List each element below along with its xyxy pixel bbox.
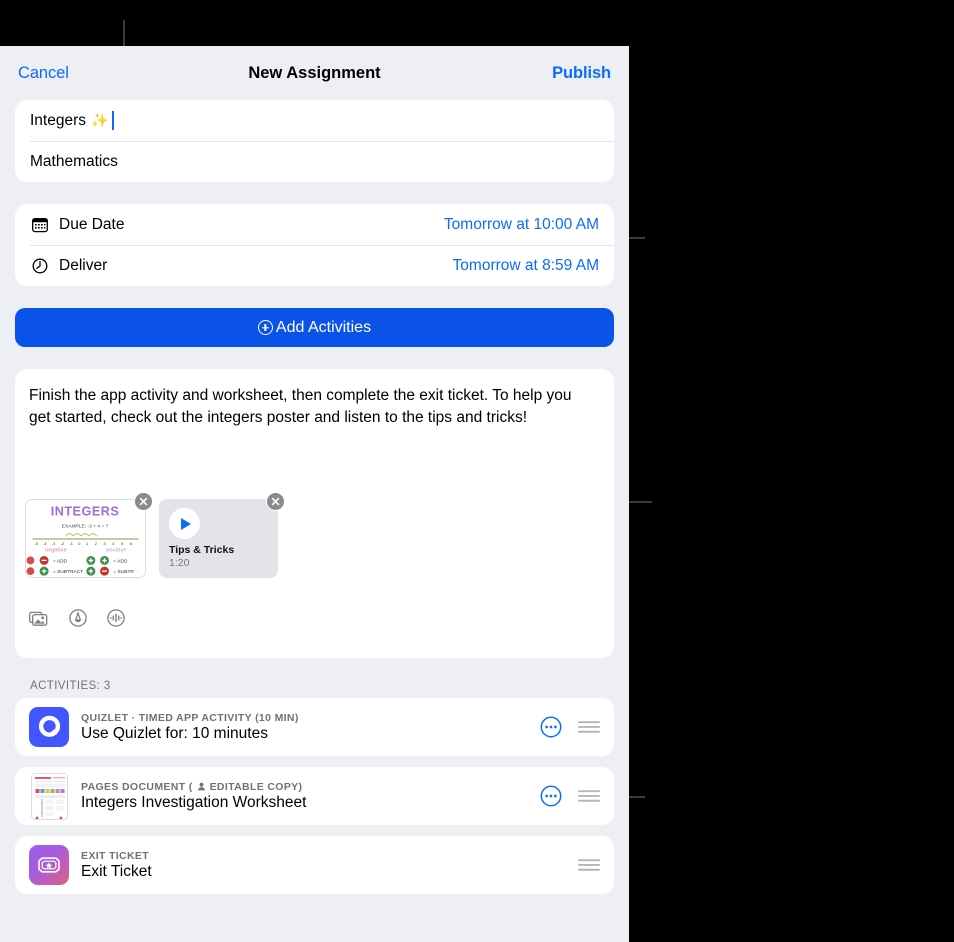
- due-date-row[interactable]: Due Date Tomorrow at 10:00 AM: [15, 204, 614, 245]
- assignment-title-field[interactable]: Integers ✨: [15, 100, 614, 141]
- instructions-text[interactable]: Finish the app activity and worksheet, t…: [29, 385, 594, 429]
- markup-pen-icon[interactable]: [69, 609, 87, 627]
- activity-actions: [540, 716, 600, 738]
- text-caret: [112, 111, 115, 130]
- due-date-label: Due Date: [59, 215, 125, 233]
- reorder-grip-icon[interactable]: [578, 789, 600, 803]
- svg-text:5: 5: [121, 541, 123, 546]
- assignment-title-value: Integers: [30, 111, 87, 129]
- activity-kicker: QUIZLET · TIMED APP ACTIVITY (10 MIN): [81, 712, 299, 724]
- assignment-info-card: Integers ✨ Mathematics: [15, 100, 614, 182]
- poster-thumbnail: INTEGERS EXAMPLE: -3 + 4 = ? -5 -4 -3 -2…: [25, 499, 146, 578]
- play-icon[interactable]: [169, 508, 200, 539]
- svg-text:= ADD: = ADD: [113, 558, 128, 564]
- schedule-card: Due Date Tomorrow at 10:00 AM Deliver To…: [15, 204, 614, 286]
- svg-text:positive: positive: [106, 548, 126, 554]
- worksheet-artwork: [31, 773, 67, 819]
- person-badge-icon: [197, 782, 206, 791]
- plus-circle-icon: [257, 320, 273, 335]
- due-date-value[interactable]: Tomorrow at 10:00 AM: [444, 216, 599, 234]
- poster-artwork: INTEGERS EXAMPLE: -3 + 4 = ? -5 -4 -3 -2…: [26, 500, 145, 577]
- svg-text:6: 6: [130, 541, 132, 546]
- svg-text:-1: -1: [69, 541, 72, 546]
- publish-button[interactable]: Publish: [552, 64, 611, 83]
- reorder-grip-icon[interactable]: [578, 858, 600, 872]
- attachment-tips-and-tricks[interactable]: Tips & Tricks 1:20: [159, 492, 285, 578]
- svg-text:3: 3: [104, 541, 106, 546]
- svg-text:INTEGERS: INTEGERS: [51, 505, 120, 519]
- svg-text:-5: -5: [34, 541, 37, 546]
- activity-row-pages-document[interactable]: PAGES DOCUMENT ( EDITABLE COPY) Integers…: [15, 767, 614, 825]
- new-assignment-sheet: Cancel New Assignment Publish Integers ✨…: [0, 46, 629, 942]
- more-circle-icon[interactable]: [540, 785, 562, 807]
- svg-text:-2: -2: [61, 541, 64, 546]
- clock-icon: [30, 256, 50, 276]
- deliver-value[interactable]: Tomorrow at 8:59 AM: [453, 257, 599, 275]
- audio-duration: 1:20: [169, 557, 190, 569]
- assignment-subject-field[interactable]: Mathematics: [15, 141, 614, 182]
- svg-text:1: 1: [86, 541, 88, 546]
- activity-row-exit-ticket[interactable]: EXIT TICKET Exit Ticket: [15, 836, 614, 894]
- audio-attachment-card: Tips & Tricks 1:20: [159, 499, 278, 578]
- more-circle-icon[interactable]: [540, 716, 562, 738]
- photo-library-icon[interactable]: [29, 610, 49, 627]
- activity-kicker-badge: EDITABLE COPY): [209, 780, 303, 793]
- instruction-toolbar: [29, 609, 125, 627]
- callout-bracket-schedule-stem: [627, 237, 645, 239]
- quizlet-app-icon: [29, 707, 69, 747]
- activity-title: Exit Ticket: [81, 862, 152, 880]
- activity-actions: [578, 858, 600, 872]
- add-activities-button[interactable]: Add Activities: [15, 308, 614, 347]
- activity-actions: [540, 785, 600, 807]
- callout-bracket-activities-stem: [627, 796, 645, 798]
- deliver-label: Deliver: [59, 256, 108, 274]
- svg-text:= ADD: = ADD: [53, 558, 68, 564]
- deliver-row[interactable]: Deliver Tomorrow at 8:59 AM: [15, 245, 614, 286]
- svg-text:2: 2: [95, 541, 97, 546]
- sheet-navigation-bar: Cancel New Assignment Publish: [0, 46, 629, 100]
- attachment-integers-poster[interactable]: INTEGERS EXAMPLE: -3 + 4 = ? -5 -4 -3 -2…: [25, 492, 153, 578]
- exit-ticket-icon: [29, 845, 69, 885]
- assignment-subject-value: Mathematics: [30, 152, 118, 170]
- svg-text:negative: negative: [45, 548, 67, 554]
- activity-kicker-text: PAGES DOCUMENT (: [81, 780, 193, 793]
- activities-section-header: ACTIVITIES: 3: [30, 680, 111, 692]
- svg-text:= SUBTR: = SUBTR: [113, 569, 134, 575]
- audio-title: Tips & Tricks: [169, 544, 235, 556]
- calendar-icon: [30, 215, 50, 235]
- activity-kicker: EXIT TICKET: [81, 850, 152, 862]
- activity-kicker: PAGES DOCUMENT ( EDITABLE COPY): [81, 781, 306, 793]
- page-title: New Assignment: [248, 63, 381, 82]
- pages-document-thumbnail: [29, 772, 69, 820]
- activity-title: Integers Investigation Worksheet: [81, 793, 307, 811]
- instructions-card[interactable]: Finish the app activity and worksheet, t…: [15, 369, 614, 658]
- svg-text:-3: -3: [52, 541, 55, 546]
- svg-text:EXAMPLE: -3 + 4 = ?: EXAMPLE: -3 + 4 = ?: [62, 523, 109, 529]
- instruction-attachments: INTEGERS EXAMPLE: -3 + 4 = ? -5 -4 -3 -2…: [25, 492, 285, 578]
- svg-text:= SUBTRACT: = SUBTRACT: [53, 569, 83, 575]
- svg-text:0: 0: [78, 541, 80, 546]
- add-activities-label: Add Activities: [275, 318, 372, 336]
- close-icon[interactable]: [134, 492, 153, 511]
- cancel-button[interactable]: Cancel: [18, 64, 69, 83]
- activity-title: Use Quizlet for: 10 minutes: [81, 724, 268, 742]
- screenshot-root: Cancel New Assignment Publish Integers ✨…: [0, 0, 954, 942]
- audio-record-icon[interactable]: [107, 609, 125, 627]
- sparkles-emoji: ✨: [91, 112, 109, 128]
- activity-kicker-text: EXIT TICKET: [81, 849, 150, 862]
- reorder-grip-icon[interactable]: [578, 720, 600, 734]
- activity-kicker-text: QUIZLET · TIMED APP ACTIVITY (10 MIN): [81, 711, 299, 724]
- activity-row-quizlet[interactable]: QUIZLET · TIMED APP ACTIVITY (10 MIN) Us…: [15, 698, 614, 756]
- close-icon[interactable]: [266, 492, 285, 511]
